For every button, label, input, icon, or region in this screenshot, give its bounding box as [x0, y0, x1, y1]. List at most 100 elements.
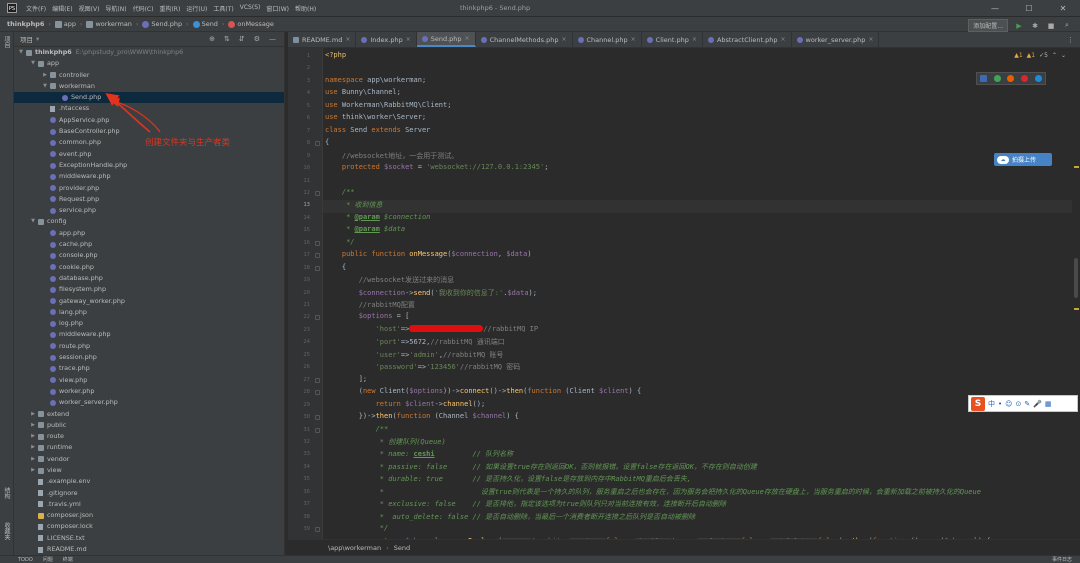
inspection-widget[interactable]: ▲1 ▲1 ✓5 ⌃ ⌄ — [1014, 52, 1066, 59]
tree-file[interactable]: database.php — [14, 273, 284, 284]
chevron-right-icon[interactable]: ▶ — [30, 409, 36, 420]
fold-marker-icon[interactable] — [315, 427, 320, 433]
chevron-down-icon[interactable]: ▼ — [30, 216, 36, 227]
tree-file[interactable]: cache.php — [14, 239, 284, 250]
expand-all-icon[interactable]: ⇅ — [224, 35, 230, 43]
close-tab-icon[interactable]: × — [781, 36, 786, 43]
menu-item[interactable]: 重构(R) — [156, 4, 183, 13]
warning-count[interactable]: ▲1 — [1014, 52, 1022, 59]
menu-item[interactable]: 工具(T) — [210, 4, 236, 13]
stop-icon[interactable]: ■ — [1046, 21, 1056, 31]
chevron-down-icon[interactable]: ▼ — [42, 81, 48, 92]
tree-file[interactable]: composer.lock — [14, 521, 284, 532]
fold-marker-icon[interactable] — [315, 415, 320, 421]
code-editor[interactable]: 1 2 3 4 5 6 7 8 9 10 11 12 13 14 15 16 17 18 19 20 21 22 23 24 2… — [288, 48, 1080, 545]
scrollbar-thumb[interactable] — [1074, 258, 1078, 298]
tree-file[interactable]: composer.json — [14, 510, 284, 521]
tree-file[interactable]: Request.php — [14, 194, 284, 205]
phpstorm-browser-icon[interactable] — [980, 75, 988, 82]
menu-item[interactable]: 导航(N) — [102, 4, 129, 13]
tree-file[interactable]: .travis.yml — [14, 499, 284, 510]
editor-tab[interactable]: AbstractClient.php × — [703, 32, 792, 47]
close-tab-icon[interactable]: × — [465, 35, 470, 42]
nav-crumb-project[interactable]: thinkphp6 — [7, 20, 44, 28]
tree-file[interactable]: service.php — [14, 205, 284, 216]
fold-marker-icon[interactable] — [315, 390, 320, 396]
tab-overflow-icon[interactable]: ⋮ — [1061, 32, 1080, 47]
tree-file[interactable]: Send.php — [14, 92, 284, 104]
close-window-button[interactable]: ✕ — [1046, 0, 1080, 17]
tree-folder[interactable]: ▶ view — [14, 465, 284, 476]
editor-tab[interactable]: ChannelMethods.php × — [476, 32, 573, 47]
menu-item[interactable]: 帮助(H) — [292, 4, 319, 13]
fold-marker-icon[interactable] — [315, 240, 320, 246]
tree-file[interactable]: LICENSE.txt — [14, 533, 284, 544]
editor-scrollbar[interactable] — [1072, 48, 1080, 539]
chevron-right-icon[interactable]: ▶ — [30, 420, 36, 431]
event-log-tab[interactable]: 事件日志 — [1052, 556, 1072, 563]
chevron-down-icon[interactable]: ⌄ — [1061, 52, 1066, 59]
search-icon[interactable]: ⌕ — [1062, 21, 1072, 31]
tree-file[interactable]: middleware.php — [14, 329, 284, 340]
chevron-down-icon[interactable]: ▼ — [18, 47, 24, 58]
locate-icon[interactable]: ⊕ — [209, 35, 215, 43]
editor-tab[interactable]: worker_server.php × — [792, 32, 880, 47]
tree-file[interactable]: worker_server.php — [14, 397, 284, 408]
close-tab-icon[interactable]: × — [868, 36, 873, 43]
tree-file[interactable]: AppService.php — [14, 115, 284, 126]
chevron-right-icon[interactable]: ▶ — [30, 442, 36, 453]
chevron-right-icon[interactable]: ▶ — [30, 431, 36, 442]
nav-crumb-class[interactable]: Send — [192, 20, 218, 28]
menu-item[interactable]: 视图(V) — [76, 4, 103, 13]
menu-item[interactable]: VCS(S) — [237, 4, 264, 13]
editor-tab[interactable]: Send.php × — [416, 32, 476, 47]
editor-tab[interactable]: Channel.php × — [573, 32, 642, 47]
fold-marker-icon[interactable] — [315, 377, 320, 383]
hide-icon[interactable]: — — [269, 35, 276, 43]
fold-marker-icon[interactable] — [315, 265, 320, 271]
nav-crumb-file[interactable]: Send.php — [142, 20, 182, 28]
chevron-right-icon[interactable]: ▶ — [42, 70, 48, 81]
tree-file[interactable]: lang.php — [14, 307, 284, 318]
tree-file[interactable]: route.php — [14, 341, 284, 352]
problems-tool-tab[interactable]: 问题 — [43, 556, 53, 563]
tree-folder[interactable]: ▶ public — [14, 420, 284, 431]
tree-file[interactable]: provider.php — [14, 183, 284, 194]
menu-item[interactable]: 文件(F) — [23, 4, 49, 13]
tree-file[interactable]: worker.php — [14, 386, 284, 397]
favorites-tool-tab[interactable]: 收藏夹 — [2, 522, 11, 540]
chevron-right-icon[interactable]: ▶ — [30, 465, 36, 476]
tree-file[interactable]: .example.env — [14, 476, 284, 487]
tree-file[interactable]: .gitignore — [14, 488, 284, 499]
terminal-tool-tab[interactable]: 终端 — [63, 556, 73, 563]
close-tab-icon[interactable]: × — [406, 36, 411, 43]
ime-emoji-icon[interactable]: ☺ — [1005, 400, 1012, 408]
fold-marker-icon[interactable] — [315, 527, 320, 533]
chrome-icon[interactable] — [993, 75, 1001, 82]
breadcrumb-namespace[interactable]: \app\workerman — [328, 544, 381, 552]
tree-file[interactable]: .htaccess — [14, 103, 284, 114]
tree-root[interactable]: ▼ thinkphp6 E:\phpstudy_pro\WWW\thinkphp6 — [14, 47, 284, 58]
opera-icon[interactable] — [1021, 75, 1029, 82]
tree-file[interactable]: filesystem.php — [14, 284, 284, 295]
fold-marker-icon[interactable] — [315, 141, 320, 147]
editor-tab[interactable]: Client.php × — [642, 32, 703, 47]
tree-folder[interactable]: ▶ route — [14, 431, 284, 442]
tree-file[interactable]: gateway_worker.php — [14, 296, 284, 307]
tree-folder[interactable]: ▼ config — [14, 216, 284, 227]
typo-count[interactable]: ✓5 — [1039, 52, 1048, 59]
tree-folder[interactable]: ▶ runtime — [14, 442, 284, 453]
todo-tool-tab[interactable]: TODO — [18, 557, 33, 563]
project-tool-tab[interactable]: 项目 — [2, 36, 11, 48]
warning-marker[interactable] — [1074, 308, 1079, 310]
debug-icon[interactable]: ✱ — [1030, 21, 1040, 31]
close-tab-icon[interactable]: × — [692, 36, 697, 43]
tree-file[interactable]: session.php — [14, 352, 284, 363]
sogou-logo-icon[interactable]: S — [971, 396, 985, 411]
editor-tab[interactable]: README.md × — [288, 32, 357, 47]
ime-skin-icon[interactable]: ⊙ — [1015, 400, 1021, 408]
tree-folder[interactable]: ▼ app — [14, 58, 284, 69]
nav-crumb-method[interactable]: onMessage — [228, 20, 274, 28]
collapse-all-icon[interactable]: ⇵ — [239, 35, 245, 43]
chevron-right-icon[interactable]: ▶ — [30, 454, 36, 465]
